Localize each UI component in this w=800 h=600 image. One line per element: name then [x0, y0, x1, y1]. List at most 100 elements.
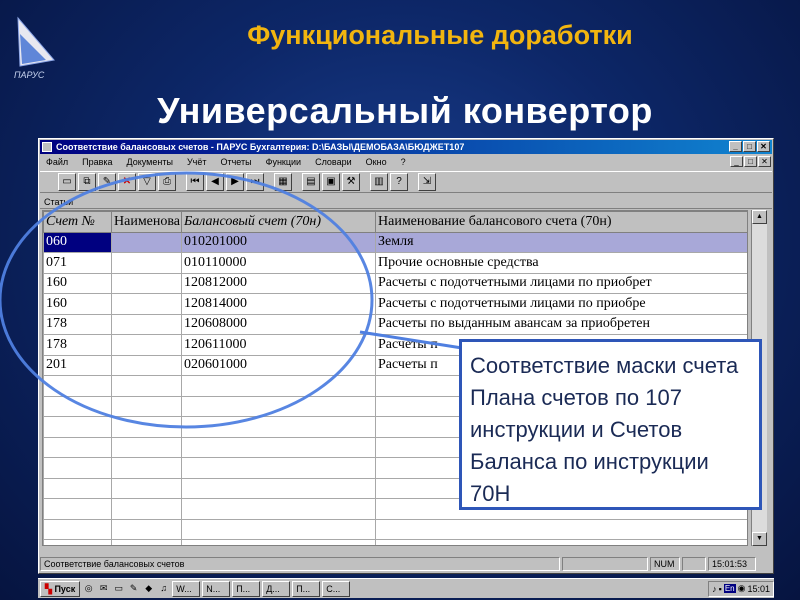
column-header-name[interactable]: Наименова — [111, 211, 182, 233]
copy-icon[interactable]: ⧉ — [78, 173, 96, 191]
grid-icon[interactable]: ▦ — [274, 173, 292, 191]
column-header-balance-account[interactable]: Балансовый счет (70н) — [181, 211, 376, 233]
cell-account[interactable]: 160 — [43, 272, 112, 294]
explorer-icon[interactable]: ◎ — [82, 582, 95, 595]
media-icon[interactable]: ♫ — [157, 582, 170, 595]
minimize-button[interactable]: _ — [729, 141, 742, 152]
export-icon[interactable]: ⇲ — [418, 173, 436, 191]
desktop-icon[interactable]: ▭ — [112, 582, 125, 595]
menu-edit[interactable]: Правка — [82, 155, 112, 169]
task-parus-1[interactable]: П... — [232, 580, 261, 597]
cell-name[interactable] — [111, 231, 182, 253]
scroll-up-icon[interactable]: ▲ — [752, 210, 767, 224]
task-correspondence[interactable]: С... — [322, 580, 351, 597]
start-button[interactable]: ▚ Пуск — [40, 580, 81, 597]
document-icon[interactable]: ▣ — [322, 173, 340, 191]
cell-balance-name[interactable]: Прочие основные средства — [375, 252, 747, 274]
cell-account[interactable]: 060 — [43, 231, 112, 253]
task-word[interactable]: W... — [172, 580, 201, 597]
cell-name[interactable] — [111, 252, 182, 274]
edit-icon[interactable]: ✎ — [98, 173, 116, 191]
window-titlebar[interactable]: Соответствие балансовых счетов - ПАРУС Б… — [40, 140, 772, 154]
cell-name[interactable] — [111, 354, 182, 376]
table-row[interactable]: 160 120814000 Расчеты с подотчетными лиц… — [43, 293, 747, 315]
menu-documents[interactable]: Документы — [127, 155, 173, 169]
cell-account[interactable]: 178 — [43, 334, 112, 356]
table-row[interactable]: 060 010201000 Земля — [43, 231, 747, 253]
child-minimize-button[interactable]: _ — [730, 156, 743, 167]
task-docs[interactable]: Д... — [262, 580, 291, 597]
network-icon[interactable]: ▪ — [719, 584, 722, 594]
cell-account[interactable]: 178 — [43, 313, 112, 335]
status-empty — [562, 557, 648, 571]
taskbar: ▚ Пуск ◎ ✉ ▭ ✎ ◆ ♫ W... N... П... Д... П… — [38, 578, 774, 598]
cell-balance-account[interactable]: 020601000 — [181, 354, 376, 376]
cell-name[interactable] — [111, 293, 182, 315]
menu-reports[interactable]: Отчеты — [221, 155, 252, 169]
last-icon[interactable]: ⏭ — [246, 173, 264, 191]
child-maximize-button[interactable]: □ — [744, 156, 757, 167]
sound-icon[interactable]: ♪ — [712, 584, 717, 594]
table-row[interactable]: 160 120812000 Расчеты с подотчетными лиц… — [43, 272, 747, 294]
cell-balance-account[interactable]: 120812000 — [181, 272, 376, 294]
cell-balance-account[interactable]: 120814000 — [181, 293, 376, 315]
cell-balance-account[interactable]: 010201000 — [181, 231, 376, 253]
menu-window[interactable]: Окно — [366, 155, 387, 169]
next-icon[interactable]: ▶ — [226, 173, 244, 191]
empty-row[interactable] — [43, 518, 747, 540]
slide-subtitle: Функциональные доработки — [247, 20, 633, 50]
cell-name[interactable] — [111, 272, 182, 294]
menu-functions[interactable]: Функции — [266, 155, 301, 169]
child-close-button[interactable]: ✕ — [758, 156, 771, 167]
cell-account[interactable]: 201 — [43, 354, 112, 376]
cell-balance-name[interactable]: Расчеты по выданным авансам за приобрете… — [375, 313, 747, 335]
cell-name[interactable] — [111, 334, 182, 356]
menu-file[interactable]: Файл — [46, 155, 68, 169]
slide-title: Универсальный конвертор — [157, 90, 653, 131]
column-header-account[interactable]: Счет № — [43, 211, 112, 233]
security-icon[interactable]: ◉ — [738, 583, 746, 594]
start-label: Пуск — [54, 583, 76, 594]
cell-balance-name[interactable]: Расчеты с подотчетными лицами по приобре — [375, 293, 747, 315]
close-button[interactable]: ✕ — [757, 141, 770, 152]
cell-account[interactable]: 160 — [43, 293, 112, 315]
language-indicator[interactable]: En — [723, 584, 736, 593]
cell-account[interactable]: 071 — [43, 252, 112, 274]
print-icon[interactable]: ⎙ — [158, 173, 176, 191]
cell-balance-account[interactable]: 120611000 — [181, 334, 376, 356]
help-icon[interactable]: ? — [390, 173, 408, 191]
calculator-icon[interactable]: ▥ — [370, 173, 388, 191]
cell-balance-account[interactable]: 010110000 — [181, 252, 376, 274]
tools-icon[interactable]: ⚒ — [342, 173, 360, 191]
delete-icon[interactable]: ✕ — [118, 173, 136, 191]
column-header-balance-name[interactable]: Наименование балансового счета (70н) — [375, 211, 747, 233]
new-icon[interactable]: ▭ — [58, 173, 76, 191]
status-text: Соответствие балансовых счетов — [40, 557, 560, 571]
cell-balance-name[interactable]: Расчеты с подотчетными лицами по приобре… — [375, 272, 747, 294]
status-num: NUM — [650, 557, 680, 571]
windows-logo-icon: ▚ — [45, 583, 52, 594]
menu-help[interactable]: ? — [401, 155, 406, 169]
task-norton[interactable]: N... — [202, 580, 231, 597]
prev-icon[interactable]: ◀ — [206, 173, 224, 191]
logo-text: ПАРУС — [14, 70, 45, 80]
first-icon[interactable]: ⏮ — [186, 173, 204, 191]
table-row[interactable]: 071 010110000 Прочие основные средства — [43, 252, 747, 274]
table-row[interactable]: 178 120608000 Расчеты по выданным аванса… — [43, 313, 747, 335]
app-icon[interactable]: ◆ — [142, 582, 155, 595]
tool-icon[interactable]: ✎ — [127, 582, 140, 595]
status-empty-2 — [682, 557, 706, 571]
menu-dictionaries[interactable]: Словари — [315, 155, 352, 169]
scroll-down-icon[interactable]: ▼ — [752, 532, 767, 546]
filter-icon[interactable]: ▽ — [138, 173, 156, 191]
task-parus-2[interactable]: П... — [292, 580, 321, 597]
cell-balance-account[interactable]: 120608000 — [181, 313, 376, 335]
calendar-icon[interactable]: ▤ — [302, 173, 320, 191]
cell-name[interactable] — [111, 313, 182, 335]
maximize-button[interactable]: □ — [743, 141, 756, 152]
section-label: Статьи — [40, 195, 772, 209]
menu-accounting[interactable]: Учёт — [187, 155, 207, 169]
empty-row[interactable] — [43, 539, 747, 545]
outlook-icon[interactable]: ✉ — [97, 582, 110, 595]
cell-balance-name[interactable]: Земля — [375, 231, 747, 253]
